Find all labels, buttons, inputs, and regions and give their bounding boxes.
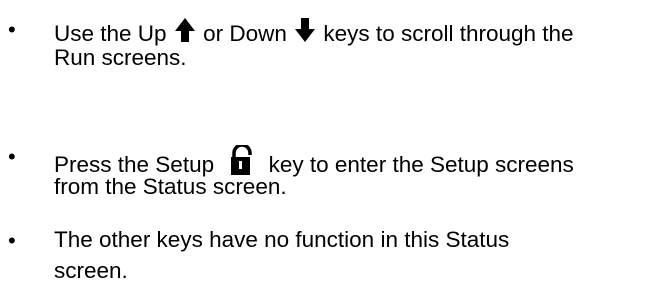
bullet-2-line-2: from the Status screen. [54, 174, 287, 199]
bullet-3-line-2: screen. [54, 258, 128, 283]
bullet-1-text-c: keys to scroll through the [323, 21, 574, 46]
bullet-1-text-b: or Down [203, 21, 287, 46]
unlocked-padlock-icon [230, 145, 254, 175]
bullet-1-line-2: Run screens. [54, 45, 187, 70]
bullet-2-line-1: Press the Setup key to enter the Setup s… [54, 145, 574, 177]
down-arrow-icon [295, 18, 316, 42]
bullet-1-text-a: Use the Up [54, 21, 167, 46]
bullet-marker: • [8, 228, 16, 253]
bullet-1-line-1: Use the Up or Down keys to scroll throug… [54, 18, 574, 46]
bullet-3-line-1: The other keys have no function in this … [54, 227, 510, 252]
bullet-marker: • [8, 144, 16, 169]
bullet-marker: • [8, 17, 16, 42]
bullet-2-text-b: key to enter the Setup screens [268, 152, 574, 177]
up-arrow-icon [174, 18, 195, 42]
